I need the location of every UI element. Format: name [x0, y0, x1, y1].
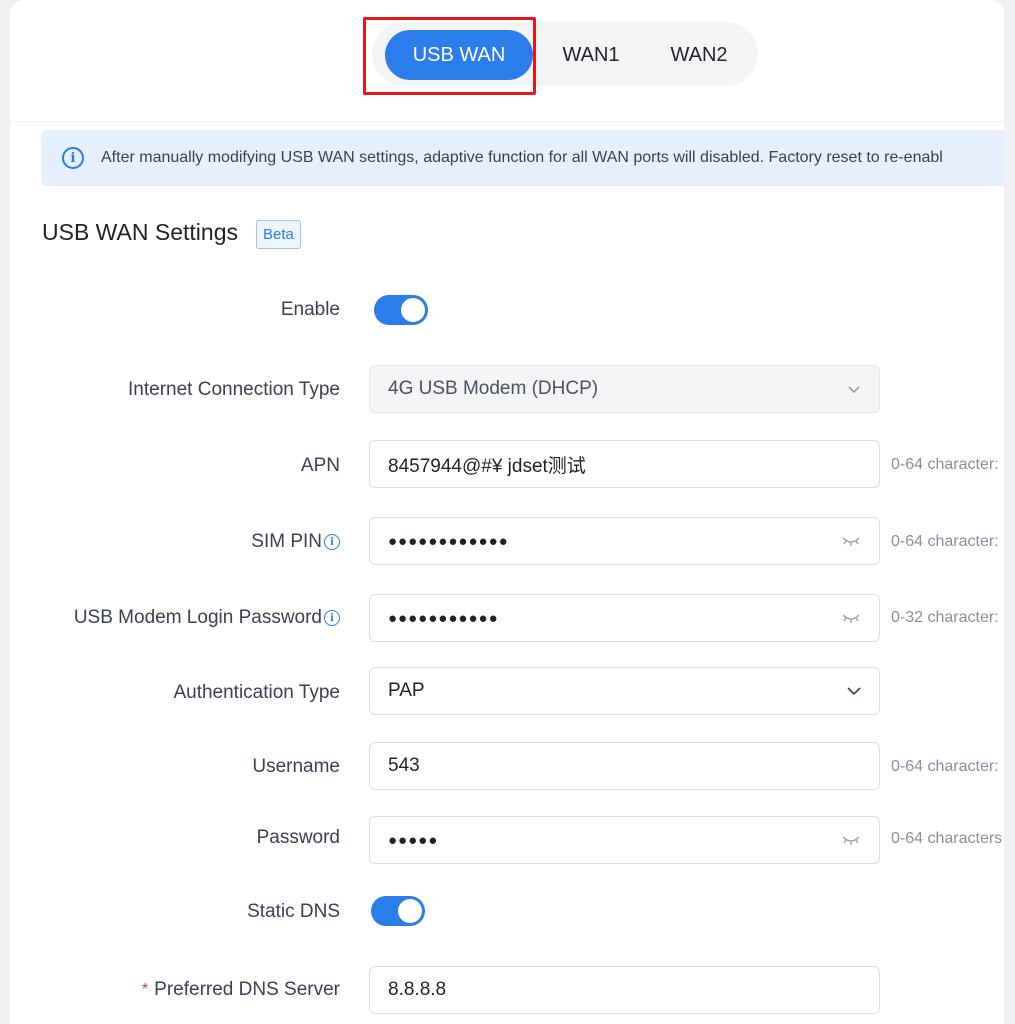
required-marker: *: [141, 981, 149, 998]
sim-pin-label: SIM PIN i: [251, 528, 340, 556]
password-label: Password: [257, 824, 340, 852]
connection-type-label: Internet Connection Type: [128, 376, 340, 404]
connection-type-label-text: Internet Connection Type: [128, 379, 340, 400]
apn-value: 8457944@#¥ jdset测试: [388, 455, 586, 477]
preferred-dns-label: * Preferred DNS Server: [142, 976, 340, 1004]
auth-type-label-text: Authentication Type: [173, 682, 340, 703]
info-icon: i: [62, 147, 84, 169]
eye-closed-icon[interactable]: [841, 535, 861, 547]
password-input[interactable]: ●●●●●: [369, 816, 880, 864]
preferred-dns-label-text: Preferred DNS Server: [154, 979, 340, 1000]
apn-label: APN: [301, 452, 340, 480]
static-dns-label-text: Static DNS: [247, 901, 340, 922]
sim-pin-hint: 0-64 character:: [891, 533, 999, 550]
static-dns-label: Static DNS: [247, 898, 340, 926]
enable-label-text: Enable: [280, 299, 340, 320]
password-hint: 0-64 characters: [891, 830, 1003, 847]
password-label-text: Password: [256, 827, 340, 848]
preferred-dns-input[interactable]: 8.8.8.8: [369, 966, 880, 1014]
header-divider: [10, 121, 1004, 122]
sim-pin-input[interactable]: ●●●●●●●●●●●●: [369, 517, 880, 565]
connection-type-select[interactable]: 4G USB Modem (DHCP): [369, 365, 880, 413]
username-label: Username: [252, 753, 340, 781]
tab-wan2[interactable]: WAN2: [654, 30, 744, 80]
connection-type-value: 4G USB Modem (DHCP): [388, 378, 599, 399]
auth-type-label: Authentication Type: [173, 679, 340, 707]
modem-password-input[interactable]: ●●●●●●●●●●●: [369, 594, 880, 642]
username-hint: 0-64 character:: [891, 758, 999, 775]
info-banner: i After manually modifying USB WAN setti…: [41, 130, 1004, 186]
password-value: ●●●●●: [388, 831, 439, 849]
help-icon[interactable]: i: [324, 610, 340, 626]
info-banner-text: After manually modifying USB WAN setting…: [101, 149, 943, 166]
apn-input[interactable]: 8457944@#¥ jdset测试: [369, 440, 880, 488]
chevron-down-icon: [848, 386, 860, 394]
username-label-text: Username: [252, 756, 340, 777]
beta-badge: Beta: [256, 220, 301, 249]
static-dns-toggle[interactable]: [371, 896, 425, 926]
username-value: 543: [388, 755, 420, 776]
eye-closed-icon[interactable]: [841, 612, 861, 624]
username-input[interactable]: 543: [369, 742, 880, 790]
apn-label-text: APN: [300, 455, 340, 476]
modem-password-label: USB Modem Login Password i: [74, 604, 340, 632]
tab-wan1[interactable]: WAN1: [547, 30, 635, 80]
sim-pin-label-text: SIM PIN: [251, 531, 322, 552]
preferred-dns-value: 8.8.8.8: [388, 979, 447, 1000]
auth-type-select[interactable]: PAP: [369, 667, 880, 715]
help-icon[interactable]: i: [324, 534, 340, 550]
wan-tab-switcher: USB WAN WAN1 WAN2: [372, 22, 758, 86]
chevron-down-icon: [847, 687, 861, 696]
modem-password-label-text: USB Modem Login Password: [73, 607, 322, 628]
auth-type-value: PAP: [388, 680, 425, 701]
modem-password-value: ●●●●●●●●●●●: [388, 609, 499, 627]
tab-usb-wan[interactable]: USB WAN: [385, 30, 533, 80]
section-title: USB WAN Settings: [42, 219, 238, 245]
sim-pin-value: ●●●●●●●●●●●●: [388, 532, 509, 550]
enable-label: Enable: [281, 296, 340, 324]
enable-toggle[interactable]: [374, 295, 428, 325]
modem-password-hint: 0-32 character:: [891, 609, 999, 626]
eye-closed-icon[interactable]: [841, 834, 861, 846]
settings-card: USB WAN WAN1 WAN2 i After manually modif…: [10, 0, 1004, 1024]
apn-hint: 0-64 character:: [891, 456, 999, 473]
